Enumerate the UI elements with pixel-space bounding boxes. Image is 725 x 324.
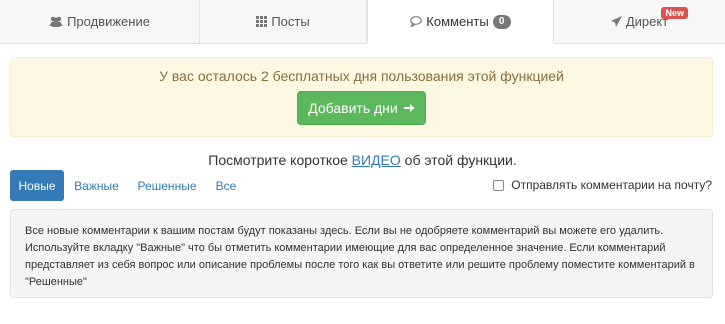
filter-important[interactable]: Важные [68,170,125,201]
video-hint-before: Посмотрите короткое [208,152,352,168]
tab-label: Продвижение [67,14,150,29]
email-checkbox[interactable] [493,179,505,191]
tab-label: Посты [271,14,310,29]
new-badge: New [661,7,688,19]
filter-all[interactable]: Все [209,170,243,201]
filter-resolved[interactable]: Решенные [133,170,201,201]
comment-icon [410,16,423,27]
tab-promotion[interactable]: Продвижение [0,0,200,44]
arrow-right-icon [403,102,415,114]
tab-posts[interactable]: Посты [200,0,367,44]
tab-label: Комменты [426,14,489,29]
grid-icon [256,16,268,27]
users-icon [49,16,63,27]
tab-comments[interactable]: Комменты 0 [367,0,554,44]
send-icon [610,16,622,27]
add-days-label: Добавить дни [308,100,398,116]
email-option-label: Отправлять комментарии на почту? [511,178,712,192]
comments-count-badge: 0 [492,14,511,29]
video-hint: Посмотрите короткое ВИДЕО об этой функци… [0,152,725,168]
comments-info: Все новые комментарии к вашим постам буд… [10,209,713,298]
trial-message: У вас осталось 2 бесплатных дня пользова… [159,68,564,84]
video-link[interactable]: ВИДЕО [352,152,401,168]
trial-alert: У вас осталось 2 бесплатных дня пользова… [10,57,713,137]
video-hint-after: об этой функции. [400,152,517,168]
add-days-button[interactable]: Добавить дни [297,91,426,125]
top-tabs: Продвижение Посты Комменты 0 Директ New [0,0,725,44]
email-option[interactable]: Отправлять комментарии на почту? [493,178,712,192]
tab-direct[interactable]: Директ New [554,0,725,44]
filter-new[interactable]: Новые [10,170,64,201]
